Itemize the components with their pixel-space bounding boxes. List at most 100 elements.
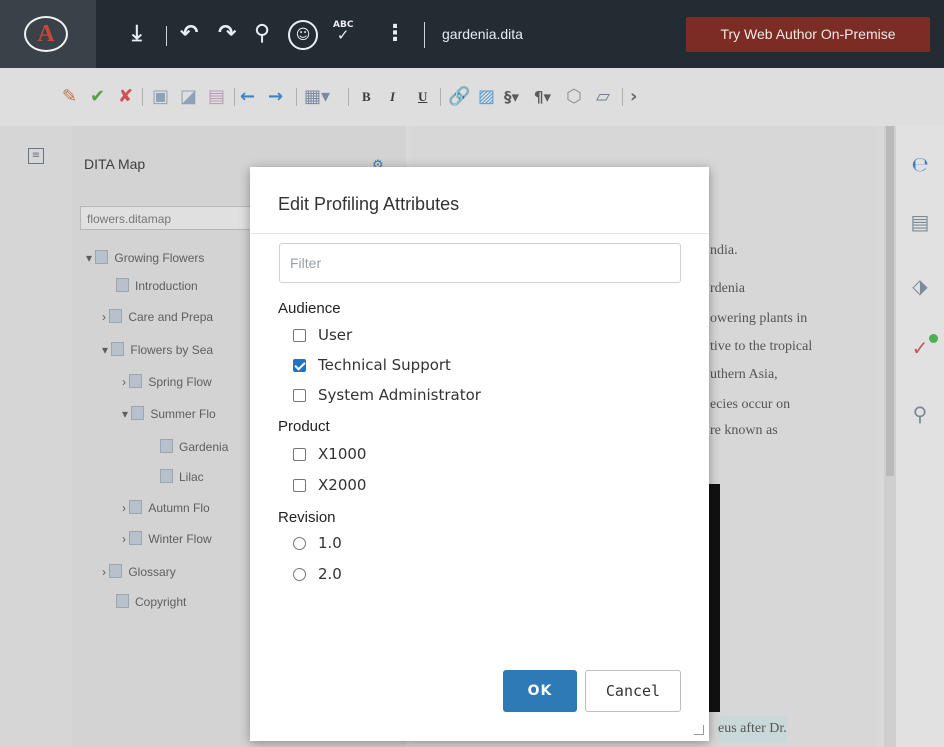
resize-handle-icon[interactable] bbox=[694, 725, 704, 735]
edit-profiling-attributes-dialog: Edit Profiling Attributes Audience User … bbox=[250, 167, 709, 741]
paste-icon[interactable]: ▦▾ bbox=[304, 86, 330, 108]
group-label-product: Product bbox=[278, 418, 330, 435]
spellcheck-icon[interactable]: ABC ✓ bbox=[333, 20, 353, 43]
editor-text-line: ndia. bbox=[710, 243, 738, 258]
previous-change-icon[interactable]: ← bbox=[240, 86, 255, 108]
tree-item[interactable]: › Spring Flow bbox=[122, 374, 212, 390]
tree-item[interactable]: Copyright bbox=[116, 594, 186, 610]
try-on-premise-button[interactable]: Try Web Author On-Premise bbox=[686, 17, 930, 52]
option-revision-1-0[interactable]: 1.0 bbox=[293, 533, 342, 553]
right-side-rail: ℮ ▤ ⬗ ✓ ⚲ bbox=[896, 126, 944, 747]
next-change-icon[interactable]: → bbox=[268, 86, 283, 108]
toolbar-divider bbox=[142, 88, 143, 106]
search-icon[interactable]: ⚲ bbox=[254, 22, 270, 46]
link-icon[interactable]: 🔗 bbox=[448, 86, 470, 108]
toolbar-divider bbox=[622, 88, 623, 106]
topic-icon bbox=[131, 406, 145, 420]
accept-change-icon[interactable]: ✔ bbox=[90, 86, 105, 108]
collapse-arrow-icon: › bbox=[122, 375, 130, 389]
find-replace-icon[interactable]: ⚲ bbox=[908, 402, 932, 426]
option-label: X1000 bbox=[318, 445, 367, 463]
remove-comment-icon[interactable]: ▤ bbox=[208, 86, 225, 108]
toolbar-divider bbox=[296, 88, 297, 106]
tree-item-label: Care and Prepa bbox=[128, 310, 214, 324]
comment-icon[interactable]: ▣ bbox=[152, 86, 169, 108]
element-attributes-icon[interactable]: ℮ bbox=[908, 152, 932, 176]
radio-button[interactable] bbox=[293, 536, 306, 550]
checkbox[interactable] bbox=[293, 388, 306, 402]
download-icon[interactable]: ⤓ bbox=[132, 22, 142, 46]
dita-map-icon[interactable]: ≡ bbox=[28, 148, 44, 164]
scrollbar-thumb[interactable] bbox=[886, 126, 894, 476]
tags-icon[interactable]: ⬗ bbox=[908, 274, 932, 298]
underline-icon[interactable]: U bbox=[418, 89, 427, 105]
insert-section-icon[interactable]: §▾ bbox=[504, 86, 519, 108]
option-label: 1.0 bbox=[318, 534, 342, 552]
left-side-rail: ≡ bbox=[0, 126, 72, 747]
tree-item[interactable]: Lilac bbox=[160, 469, 204, 485]
topic-icon bbox=[109, 564, 123, 578]
italic-icon[interactable]: I bbox=[390, 89, 395, 105]
tree-item[interactable]: › Glossary bbox=[102, 564, 176, 580]
checkbox[interactable] bbox=[293, 447, 306, 461]
editor-text-line: owering plants in bbox=[710, 311, 808, 326]
option-revision-2-0[interactable]: 2.0 bbox=[293, 564, 342, 584]
tree-item[interactable]: › Care and Prepa bbox=[102, 309, 213, 325]
chevron-right-icon[interactable]: › bbox=[630, 86, 637, 108]
option-x1000[interactable]: X1000 bbox=[293, 444, 366, 464]
editor-text-line: re known as bbox=[710, 423, 778, 438]
logo-letter: A bbox=[37, 21, 55, 47]
ok-button[interactable]: OK bbox=[503, 670, 577, 712]
bold-icon[interactable]: B bbox=[362, 89, 371, 105]
map-icon bbox=[95, 250, 109, 264]
tree-item[interactable]: Introduction bbox=[116, 278, 198, 294]
option-label: X2000 bbox=[318, 476, 367, 494]
tree-item-label: Flowers by Sea bbox=[130, 343, 214, 357]
collapse-arrow-icon: › bbox=[102, 310, 110, 324]
tree-item[interactable]: › Autumn Flo bbox=[122, 500, 210, 516]
map-selector[interactable]: flowers.ditamap bbox=[80, 206, 260, 230]
checkbox[interactable] bbox=[293, 328, 306, 342]
reject-change-icon[interactable]: ✘ bbox=[118, 86, 133, 108]
option-system-administrator[interactable]: System Administrator bbox=[293, 385, 481, 405]
tree-item-label: Introduction bbox=[135, 279, 198, 293]
tree-item-label: Gardenia bbox=[179, 440, 229, 454]
option-user[interactable]: User bbox=[293, 325, 352, 345]
insert-paragraph-icon[interactable]: ¶▾ bbox=[534, 86, 551, 108]
collapse-arrow-icon: › bbox=[122, 501, 130, 515]
tree-item[interactable]: Gardenia bbox=[160, 439, 228, 455]
tree-item[interactable]: › Winter Flow bbox=[122, 531, 212, 547]
tree-item-label: Growing Flowers bbox=[114, 251, 205, 265]
review-icon[interactable]: ▤ bbox=[908, 210, 932, 234]
tree-item[interactable]: ▾ Flowers by Sea bbox=[102, 342, 213, 358]
cancel-button[interactable]: Cancel bbox=[585, 670, 681, 712]
undo-icon[interactable]: ↶ bbox=[180, 22, 198, 46]
checkbox[interactable] bbox=[293, 478, 306, 492]
toolbar-divider bbox=[424, 22, 425, 48]
topic-icon bbox=[129, 500, 143, 514]
tree-item[interactable]: ▾ Summer Flo bbox=[122, 406, 216, 422]
more-vertical-icon[interactable]: ⋮ bbox=[384, 22, 406, 46]
collapse-arrow-icon: › bbox=[122, 532, 130, 546]
option-technical-support[interactable]: Technical Support bbox=[293, 355, 451, 375]
topic-icon bbox=[129, 531, 143, 545]
redo-icon[interactable]: ↷ bbox=[218, 22, 236, 46]
insert-image-icon[interactable]: ▨ bbox=[478, 86, 495, 108]
edit-comment-icon[interactable]: ◪ bbox=[180, 86, 197, 108]
track-changes-icon[interactable]: ✎ bbox=[62, 86, 77, 108]
editor-scrollbar[interactable] bbox=[884, 126, 896, 747]
app-logo[interactable]: A bbox=[0, 0, 96, 68]
accessibility-icon[interactable]: ☺ bbox=[288, 20, 318, 50]
tree-item[interactable]: ▾ Growing Flowers bbox=[86, 250, 204, 266]
editor-text-line: ecies occur on bbox=[710, 397, 791, 412]
insert-element-icon[interactable]: ⬡ bbox=[566, 86, 582, 108]
option-x2000[interactable]: X2000 bbox=[293, 475, 366, 495]
filter-input[interactable] bbox=[279, 243, 681, 283]
option-label: System Administrator bbox=[318, 386, 481, 404]
toolbar-divider bbox=[348, 88, 349, 106]
toolbar-divider bbox=[234, 88, 235, 106]
edit-attributes-icon[interactable]: ▱ bbox=[596, 86, 610, 108]
checkbox-checked[interactable] bbox=[293, 358, 306, 372]
editor-text-line: eus after Dr. bbox=[718, 716, 787, 742]
radio-button[interactable] bbox=[293, 567, 306, 581]
